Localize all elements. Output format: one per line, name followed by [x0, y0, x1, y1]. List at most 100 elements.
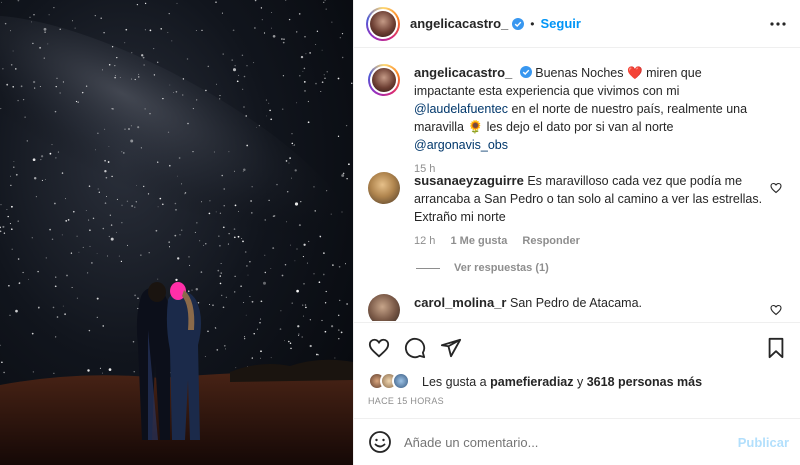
- star: [243, 302, 245, 303]
- mention-link[interactable]: @argonavis_obs: [414, 138, 508, 152]
- star: [303, 81, 306, 83]
- star: [204, 356, 206, 358]
- liker-username[interactable]: pamefieradiaz: [490, 375, 573, 389]
- bookmark-icon[interactable]: [765, 337, 787, 359]
- star: [149, 112, 151, 115]
- star: [73, 210, 75, 213]
- star: [213, 151, 215, 153]
- comment-input[interactable]: [404, 434, 738, 450]
- star: [134, 294, 136, 297]
- star: [263, 32, 266, 34]
- star: [241, 237, 243, 240]
- star: [326, 190, 328, 192]
- star: [130, 78, 133, 80]
- star: [245, 115, 247, 117]
- likes-count[interactable]: 3618 personas más: [587, 375, 702, 389]
- comment-avatar[interactable]: [368, 172, 400, 204]
- star: [280, 310, 282, 312]
- star: [302, 256, 304, 258]
- emoji-icon[interactable]: [368, 430, 392, 454]
- star: [260, 300, 263, 303]
- star: [298, 13, 301, 15]
- caption-username[interactable]: angelicacastro_: [414, 65, 512, 80]
- star: [186, 58, 189, 60]
- star: [232, 29, 235, 32]
- star: [102, 325, 104, 327]
- star: [315, 82, 317, 85]
- caption-avatar[interactable]: [368, 64, 400, 96]
- comment-icon[interactable]: [404, 337, 426, 359]
- star: [292, 144, 294, 146]
- star: [219, 212, 222, 214]
- share-icon[interactable]: [440, 337, 462, 359]
- star: [215, 83, 218, 85]
- star: [132, 340, 135, 343]
- like-comment-icon[interactable]: [770, 304, 782, 316]
- comment-text: San Pedro de Atacama.: [509, 296, 643, 310]
- star: [10, 175, 11, 177]
- star: [222, 226, 225, 229]
- liker-avatars[interactable]: [368, 372, 416, 392]
- star: [31, 237, 33, 239]
- heart-icon[interactable]: [368, 337, 390, 359]
- star: [13, 166, 15, 168]
- comment-likes[interactable]: 1 Me gusta: [450, 235, 507, 247]
- star: [337, 135, 340, 137]
- star: [44, 178, 46, 180]
- star: [302, 304, 304, 306]
- author-avatar[interactable]: [366, 6, 400, 41]
- star: [12, 86, 14, 88]
- star: [331, 21, 333, 23]
- star: [99, 367, 101, 369]
- star: [104, 128, 106, 130]
- comments-section[interactable]: angelicacastro_ Buenas Noches ❤️ miren q…: [354, 48, 800, 321]
- comment-username[interactable]: susanaeyzaguirre: [414, 173, 524, 188]
- comment-avatar[interactable]: [368, 294, 400, 321]
- star: [323, 1, 325, 3]
- star: [323, 74, 325, 76]
- star: [285, 0, 287, 1]
- star: [171, 40, 173, 42]
- star: [102, 372, 104, 374]
- star: [215, 211, 217, 213]
- star: [228, 233, 230, 235]
- star: [223, 188, 225, 190]
- star: [298, 224, 301, 227]
- star: [177, 257, 180, 260]
- star: [256, 127, 257, 129]
- view-replies-button[interactable]: Ver respuestas (1): [416, 262, 549, 274]
- comment-username[interactable]: carol_molina_r: [414, 295, 507, 310]
- more-options-icon[interactable]: [769, 16, 787, 32]
- caption-text: Buenas Noches: [535, 66, 624, 80]
- star: [137, 126, 140, 129]
- star: [244, 251, 247, 253]
- star: [89, 229, 91, 232]
- star: [105, 176, 108, 179]
- star: [341, 174, 345, 177]
- comment-time: 12 h: [414, 235, 436, 247]
- star: [246, 144, 249, 147]
- star: [323, 252, 325, 254]
- star: [157, 161, 159, 163]
- star: [189, 264, 191, 266]
- star: [133, 371, 135, 373]
- author-username[interactable]: angelicacastro_: [410, 16, 508, 31]
- star: [192, 108, 194, 110]
- star: [168, 246, 171, 248]
- reply-button[interactable]: Responder: [522, 235, 579, 247]
- star: [299, 75, 301, 77]
- star: [40, 159, 42, 161]
- star: [98, 191, 100, 193]
- star: [102, 227, 105, 230]
- star: [207, 330, 209, 333]
- follow-button[interactable]: Seguir: [540, 16, 580, 31]
- star: [290, 244, 291, 246]
- mention-link[interactable]: @laudelafuentec: [414, 102, 508, 116]
- star: [303, 67, 306, 70]
- publish-button[interactable]: Publicar: [738, 435, 789, 450]
- post-photo[interactable]: [0, 0, 353, 465]
- star: [298, 333, 300, 335]
- star: [215, 1, 217, 3]
- star: [256, 328, 258, 330]
- like-comment-icon[interactable]: [770, 182, 782, 194]
